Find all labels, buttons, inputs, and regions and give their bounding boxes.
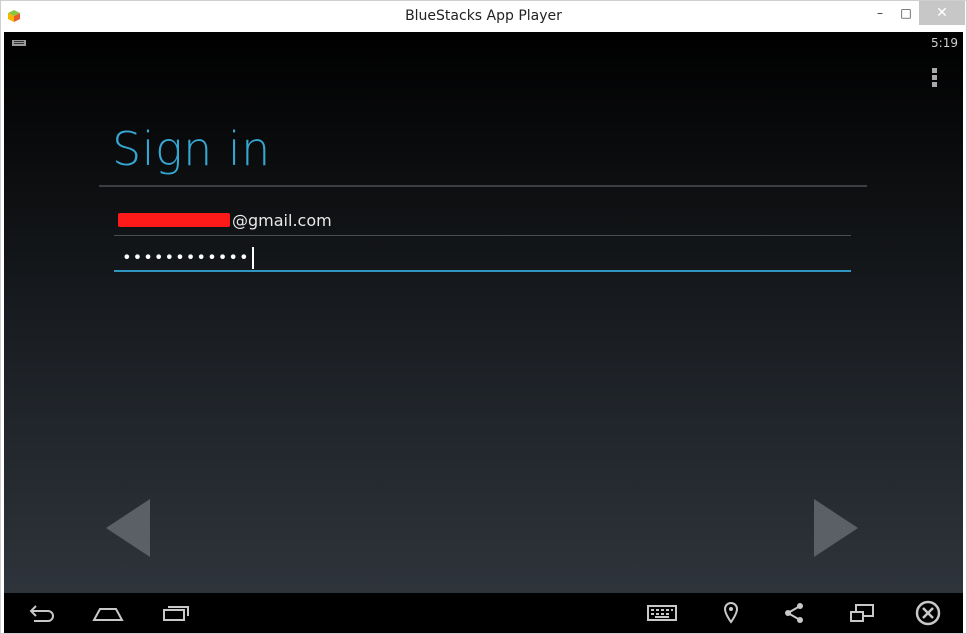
maximize-button[interactable]: □ [893,1,919,25]
close-window-button[interactable]: ✕ [919,1,965,25]
keyboard-icon[interactable] [646,601,678,625]
share-icon[interactable] [783,601,805,625]
system-navigation-bar [4,593,963,633]
triangle-right-icon[interactable] [812,497,860,559]
android-screen: 5:19 Sign in @gmail.com •••••••••••• [4,32,963,593]
recent-apps-icon[interactable] [158,601,192,625]
page-title: Sign in [112,122,271,176]
back-icon[interactable] [24,601,58,625]
text-cursor [251,247,254,269]
status-time: 5:19 [931,36,958,50]
title-bar[interactable]: BlueStacks App Player – □ ✕ [1,1,966,32]
window-title: BlueStacks App Player [405,8,562,24]
email-domain-text: @gmail.com [232,211,332,230]
title-divider [99,185,867,187]
overflow-menu-icon[interactable] [932,68,938,88]
triangle-left-icon[interactable] [104,497,152,559]
close-circle-icon[interactable] [914,600,942,626]
email-field[interactable]: @gmail.com [114,204,851,236]
bluestacks-window: BlueStacks App Player – □ ✕ 5:19 Sign in… [0,0,967,634]
email-redaction [118,213,230,227]
minimize-button[interactable]: – [867,1,893,25]
keyboard-status-icon [12,40,26,46]
home-icon[interactable] [90,601,126,625]
location-pin-icon[interactable] [720,601,742,625]
password-masked-text: •••••••••••• [122,247,254,269]
password-field[interactable]: •••••••••••• [114,244,851,272]
multi-window-icon[interactable] [848,601,876,625]
